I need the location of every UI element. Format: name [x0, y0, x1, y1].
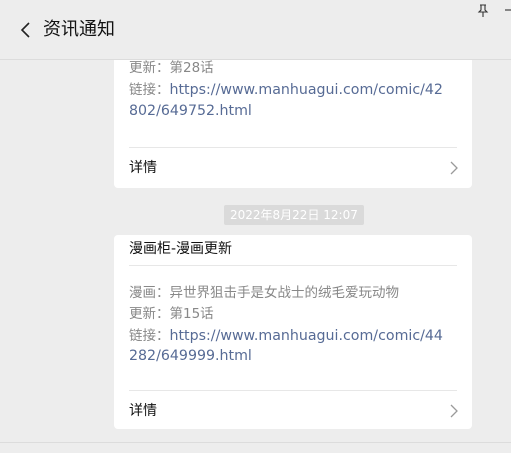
link-prefix: 链接：: [129, 82, 170, 98]
link-prefix: 链接：: [129, 328, 170, 344]
link-line: 链接：https://www.manhuagui.com/comic/44: [129, 326, 443, 346]
comic-link[interactable]: https://www.manhuagui.com/comic/44: [170, 328, 443, 344]
comic-link-continued[interactable]: 802/649752.html: [129, 101, 252, 121]
update-line: 更新：第15话: [129, 306, 214, 322]
comic-link[interactable]: https://www.manhuagui.com/comic/42: [170, 82, 443, 98]
chevron-right-icon: [450, 161, 458, 175]
comic-line: 漫画：异世界狙击手是女战士的绒毛爱玩动物: [129, 285, 399, 301]
title-bar: 资讯通知: [0, 0, 511, 60]
message-card: 漫画柜-漫画更新 漫画：异世界狙击手是女战士的绒毛爱玩动物 更新：第15话 链接…: [114, 235, 472, 429]
comic-link-continued[interactable]: 282/649999.html: [129, 346, 252, 366]
message-title: 漫画柜-漫画更新: [129, 241, 233, 257]
link-line: 链接：https://www.manhuagui.com/comic/42: [129, 80, 443, 100]
details-button[interactable]: 详情: [114, 391, 472, 431]
bottom-edge: [0, 442, 511, 453]
details-label: 详情: [129, 160, 157, 176]
timestamp: 2022年8月22日 12:07: [224, 205, 364, 225]
minimize-icon[interactable]: [505, 3, 511, 17]
message-card: 更新：第28话 链接：https://www.manhuagui.com/com…: [114, 60, 472, 188]
chevron-right-icon: [450, 404, 458, 418]
details-label: 详情: [129, 403, 157, 419]
pin-icon[interactable]: [477, 4, 489, 18]
update-line: 更新：第28话: [129, 60, 214, 76]
back-chevron-icon[interactable]: [18, 20, 34, 40]
page-title: 资讯通知: [43, 19, 115, 40]
details-button[interactable]: 详情: [114, 148, 472, 188]
divider: [129, 265, 457, 266]
message-list[interactable]: 更新：第28话 链接：https://www.manhuagui.com/com…: [0, 60, 511, 442]
